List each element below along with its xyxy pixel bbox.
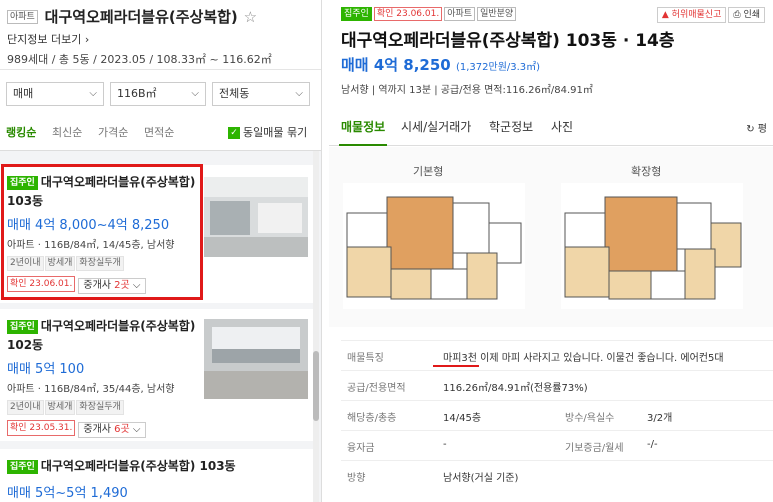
checkbox-checked-icon[interactable]: ✓ [228,127,240,139]
confirm-date-badge: 확인 23.06.01. [373,6,443,21]
detail-panel: 집주인 확인 23.06.01. 아파트 일반분양 ▲ 허위매물신고 ⎙ 인쇄 대구역오… [329,0,773,502]
owner-badge: 집주인 [7,459,38,474]
complex-info-link[interactable]: 단지정보 더보기 › [7,31,315,47]
row-direction: 방향 남서향(거실 기준) [341,460,773,490]
highlight-box [1,164,203,300]
plan-label-basic: 기본형 [413,165,444,178]
tab-listing-info[interactable]: 매물정보 [338,118,388,146]
report-button[interactable]: ▲ 허위매물신고 [656,7,727,23]
trade-type-select[interactable]: 매매 ⌵ [6,82,104,106]
complex-title: 대구역오페라더블유(주상복합) [44,8,238,26]
filter-bar: 매매 ⌵ 116B㎡ ⌵ 전체동 ⌵ [6,82,318,106]
floor-plan-extended[interactable] [561,183,743,309]
scrollbar-thumb[interactable] [313,351,319,421]
price-per-area: (1,372만원/3.3㎡) [455,62,541,73]
detail-title: 대구역오페라더블유(주상복합) 103동 · 14층 [341,31,675,51]
listing-photo[interactable] [204,177,308,257]
listing-name: 대구역오페라더블유(주상복합) [40,319,196,333]
confirm-date-badge: 확인 23.05.31. [7,420,76,436]
listing-chips: 2년이내 방세개 화장실두개 [7,398,308,415]
refresh-icon: ↻ [746,124,755,135]
listing-panel: 아파트 대구역오페라더블유(주상복합) ☆ 단지정보 더보기 › 989세대 /… [0,0,322,502]
chevron-down-icon: ⌵ [295,88,303,99]
detail-meta: 남서향 | 역까지 13분 | 공급/전용 면적:116.26㎡/84.91㎡ [341,85,593,96]
detail-actions: ▲ 허위매물신고 ⎙ 인쇄 [655,6,765,23]
listing-price: 매매 5억~5억 1,490 [7,486,128,501]
row-area: 공급/전용면적 116.26㎡/84.91㎡(전용률73%) [341,370,773,400]
listing-page: 아파트 대구역오페라더블유(주상복합) ☆ 단지정보 더보기 › 989세대 /… [0,0,773,502]
sort-bar: 랭킹순 최신순 가격순 면적순 ✓ 동일매물 묶기 [6,124,318,142]
row-loan: 융자금 - 기보증금/월세 -/- [341,430,773,460]
complex-meta: 989세대 / 총 5동 / 2023.05 / 108.33㎡ ~ 116.6… [7,53,272,66]
tab-school[interactable]: 학군정보 [489,118,533,135]
detail-table: 매물특징 마피3천 이제 마피 사라지고 있습니다. 이물건 좋습니다. 에어컨… [341,340,773,490]
listing-card[interactable]: 집주인 대구역오페라더블유(주상복합) 103동 매매 5억~5억 1,490 [0,449,315,502]
star-icon[interactable]: ☆ [244,8,257,26]
siren-icon: ▲ [661,10,669,20]
scrollbar[interactable] [313,151,319,502]
owner-badge: 집주인 [7,319,38,334]
property-type-badge: 아파트 [7,9,38,24]
sale-type-badge: 일반분양 [477,6,517,21]
listing-card[interactable]: 집주인 대구역오페라더블유(주상복합) 102동 매매 5억 100 아파트 · … [0,309,315,441]
row-feature: 매물특징 마피3천 이제 마피 사라지고 있습니다. 이물건 좋습니다. 에어컨… [341,340,773,370]
feature-text: 마피3천 이제 마피 사라지고 있습니다. 이물건 좋습니다. 에어컨5대 [443,353,724,364]
detail-tags: 집주인 확인 23.06.01. 아파트 일반분양 [341,6,518,21]
broker-button[interactable]: 중개사 6곳 ⌵ [78,421,146,438]
plan-label-extended: 확장형 [631,165,662,178]
area-unit-toggle[interactable]: ↻ 평 [746,120,767,135]
chevron-down-icon: ⌵ [191,88,199,99]
feature-chip: 2년이내 [7,400,44,415]
print-button[interactable]: ⎙ 인쇄 [728,7,765,23]
feature-chip: 화장실두개 [76,400,124,415]
sort-latest[interactable]: 최신순 [52,124,82,140]
chevron-down-icon: ⌵ [132,423,141,435]
complex-header: 아파트 대구역오페라더블유(주상복합) ☆ 단지정보 더보기 › 989세대 /… [0,0,321,70]
sort-price[interactable]: 가격순 [98,124,128,140]
property-type-badge: 아파트 [444,6,476,21]
owner-badge: 집주인 [341,6,372,21]
same-listing-toggle[interactable]: ✓ 동일매물 묶기 [228,124,307,140]
tab-price-history[interactable]: 시세/실거래가 [401,118,471,135]
tab-photos[interactable]: 사진 [551,118,573,135]
row-floor: 해당층/총층 14/45층 방수/욕실수 3/2개 [341,400,773,430]
floor-plans: 기본형 확장형 [329,147,773,327]
area-select[interactable]: 116B㎡ ⌵ [110,82,206,106]
floor-plan-basic[interactable] [343,183,525,309]
chevron-right-icon: › [84,33,90,46]
red-underline [433,365,479,367]
feature-chip: 방세개 [44,400,76,415]
dong-select[interactable]: 전체동 ⌵ [212,82,310,106]
listing-photo[interactable] [204,319,308,399]
listing-name: 대구역오페라더블유(주상복합) 103동 [40,459,236,473]
chevron-down-icon: ⌵ [89,88,97,99]
sort-area[interactable]: 면적순 [144,124,174,140]
detail-tabs: 매물정보 시세/실거래가 학군정보 사진 ↻ 평 [329,108,773,146]
print-icon: ⎙ [733,10,741,20]
sort-ranking[interactable]: 랭킹순 [6,124,36,140]
detail-price: 매매 4억 8,250 (1,372만원/3.3㎡) [341,56,541,74]
